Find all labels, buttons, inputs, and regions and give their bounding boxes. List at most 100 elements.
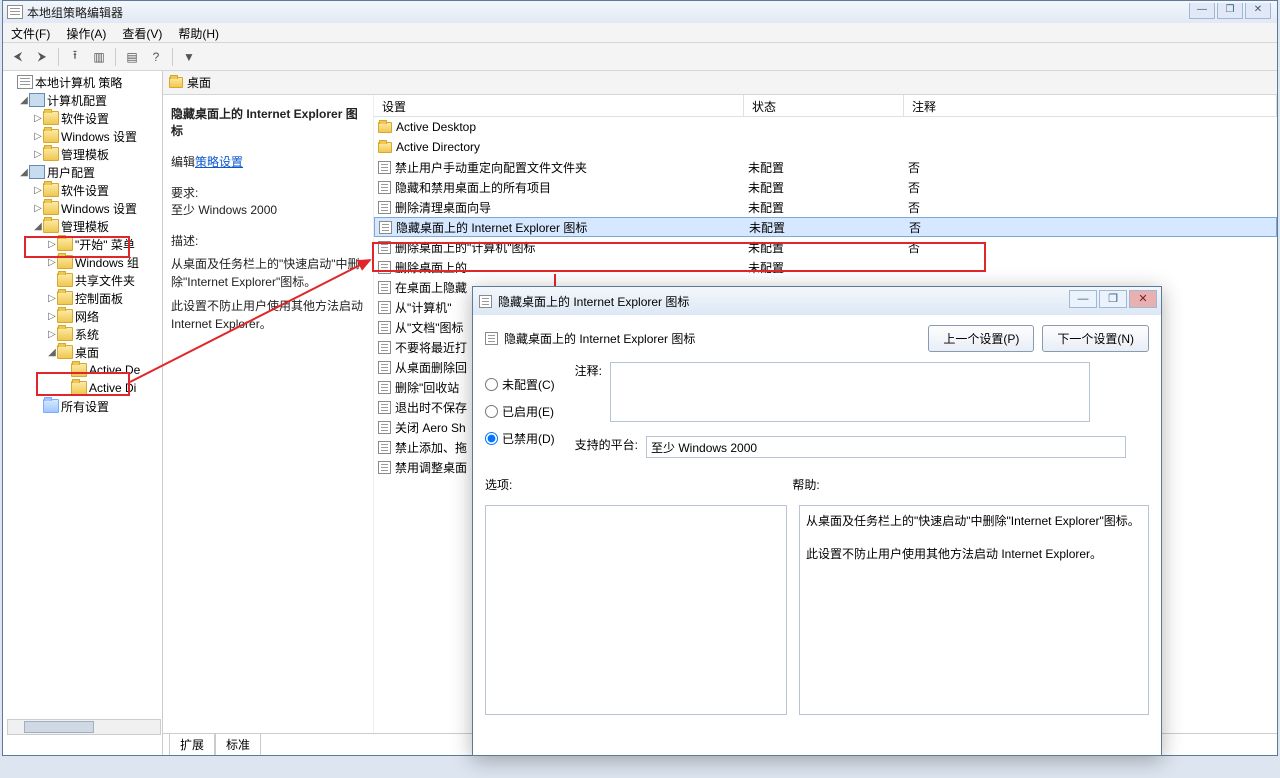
list-row[interactable]: 删除桌面上的未配置 <box>374 257 1277 277</box>
col-note[interactable]: 注释 <box>904 95 1277 116</box>
menu-action[interactable]: 操作(A) <box>58 23 114 42</box>
row-name: 隐藏桌面上的 Internet Explorer 图标 <box>396 219 587 236</box>
row-name: 删除桌面上的 <box>395 259 467 276</box>
desc-p2: 此设置不防止用户使用其他方法启动 Internet Explorer。 <box>171 297 365 333</box>
tree-item[interactable]: ▷管理模板 <box>3 145 162 163</box>
notes-textarea[interactable] <box>610 362 1090 422</box>
tree-item[interactable]: ▷软件设置 <box>3 109 162 127</box>
menu-help[interactable]: 帮助(H) <box>170 23 227 42</box>
app-icon <box>7 5 23 19</box>
tree-item[interactable]: Active De <box>3 361 162 379</box>
support-text: 至少 Windows 2000 <box>646 436 1126 458</box>
tree-admin-templates[interactable]: ◢管理模板 <box>3 217 162 235</box>
separator <box>58 48 59 66</box>
edit-policy-link[interactable]: 策略设置 <box>195 155 243 169</box>
tree-item[interactable]: ▷软件设置 <box>3 181 162 199</box>
row-name: 从桌面删除回 <box>395 359 467 376</box>
col-state[interactable]: 状态 <box>744 95 904 116</box>
dialog-minimize-button[interactable]: — <box>1069 290 1097 308</box>
policy-item-icon <box>378 381 391 394</box>
row-name: 禁用调整桌面 <box>395 459 467 476</box>
dialog-maximize-button[interactable]: ❐ <box>1099 290 1127 308</box>
radio-enabled[interactable]: 已启用(E) <box>485 403 555 420</box>
tree-item[interactable]: 共享文件夹 <box>3 271 162 289</box>
row-name: 退出时不保存 <box>395 399 467 416</box>
tree-user-config[interactable]: ◢用户配置 <box>3 163 162 181</box>
req-label: 要求: <box>171 184 365 201</box>
close-button[interactable]: ✕ <box>1245 3 1271 19</box>
tab-standard[interactable]: 标准 <box>215 734 261 755</box>
forward-button[interactable]: ⮞ <box>31 46 53 68</box>
current-path: 桌面 <box>187 74 211 91</box>
help-box: 从桌面及任务栏上的"快速启动"中删除"Internet Explorer"图标。… <box>799 505 1149 715</box>
options-label: 选项: <box>485 476 512 493</box>
up-button[interactable]: ⭱ <box>64 46 86 68</box>
policy-item-icon <box>378 321 391 334</box>
menu-view[interactable]: 查看(V) <box>114 23 170 42</box>
tree-all-settings[interactable]: 所有设置 <box>3 397 162 415</box>
list-row[interactable]: 隐藏和禁用桌面上的所有项目未配置否 <box>374 177 1277 197</box>
list-row[interactable]: 禁止用户手动重定向配置文件文件夹未配置否 <box>374 157 1277 177</box>
properties-button[interactable]: ▤ <box>121 46 143 68</box>
tree-item[interactable]: ▷Windows 设置 <box>3 127 162 145</box>
folder-icon <box>169 77 183 88</box>
menubar: 文件(F) 操作(A) 查看(V) 帮助(H) <box>3 23 1277 43</box>
row-name: 在桌面上隐藏 <box>395 279 467 296</box>
col-setting[interactable]: 设置 <box>374 95 744 116</box>
row-name: 从"计算机" <box>395 299 452 316</box>
help-button[interactable]: ? <box>145 46 167 68</box>
policy-item-icon <box>378 401 391 414</box>
maximize-button[interactable]: ❐ <box>1217 3 1243 19</box>
radio-disabled[interactable]: 已禁用(D) <box>485 430 555 447</box>
row-note: 否 <box>904 199 1277 216</box>
tree-item[interactable]: ▷控制面板 <box>3 289 162 307</box>
back-button[interactable]: ⮜ <box>7 46 29 68</box>
radio-not-configured[interactable]: 未配置(C) <box>485 376 555 393</box>
policy-dialog: 隐藏桌面上的 Internet Explorer 图标 — ❐ ✕ 隐藏桌面上的… <box>472 286 1162 756</box>
tree-item[interactable]: ▷Windows 设置 <box>3 199 162 217</box>
tree-computer-config[interactable]: ◢计算机配置 <box>3 91 162 109</box>
tree-item[interactable]: ▷"开始" 菜单 <box>3 235 162 253</box>
show-hide-button[interactable]: ▥ <box>88 46 110 68</box>
policy-item-icon <box>378 261 391 274</box>
window-title: 本地组策略编辑器 <box>27 4 123 21</box>
policy-item-icon <box>378 281 391 294</box>
list-row[interactable]: 隐藏桌面上的 Internet Explorer 图标未配置否 <box>374 217 1277 237</box>
help-p1: 从桌面及任务栏上的"快速启动"中删除"Internet Explorer"图标。 <box>806 512 1142 531</box>
menu-file[interactable]: 文件(F) <box>3 23 58 42</box>
minimize-button[interactable]: — <box>1189 3 1215 19</box>
prev-setting-button[interactable]: 上一个设置(P) <box>928 325 1034 352</box>
list-row[interactable]: Active Directory <box>374 137 1277 157</box>
list-row[interactable]: Active Desktop <box>374 117 1277 137</box>
separator <box>172 48 173 66</box>
dialog-titlebar[interactable]: 隐藏桌面上的 Internet Explorer 图标 — ❐ ✕ <box>473 287 1161 315</box>
tree-item[interactable]: ▷Windows 组 <box>3 253 162 271</box>
list-row[interactable]: 删除清理桌面向导未配置否 <box>374 197 1277 217</box>
row-name: 删除桌面上的"计算机"图标 <box>395 239 536 256</box>
desc-p1: 从桌面及任务栏上的"快速启动"中删除"Internet Explorer"图标。 <box>171 255 365 291</box>
filter-button[interactable]: ▼ <box>178 46 200 68</box>
policy-item-icon <box>378 181 391 194</box>
next-setting-button[interactable]: 下一个设置(N) <box>1042 325 1149 352</box>
tree-pane[interactable]: 本地计算机 策略 ◢计算机配置 ▷软件设置 ▷Windows 设置 ▷管理模板 … <box>3 71 163 755</box>
tree-root[interactable]: 本地计算机 策略 <box>3 73 162 91</box>
req-text: 至少 Windows 2000 <box>171 201 365 218</box>
tree-item[interactable]: ▷网络 <box>3 307 162 325</box>
options-box <box>485 505 787 715</box>
folder-icon <box>378 122 392 133</box>
scrollbar-thumb[interactable] <box>24 721 94 733</box>
tab-extended[interactable]: 扩展 <box>169 734 215 755</box>
dialog-close-button[interactable]: ✕ <box>1129 290 1157 308</box>
tree-item[interactable]: Active Di <box>3 379 162 397</box>
policy-item-icon <box>378 441 391 454</box>
policy-item-icon <box>378 361 391 374</box>
tree-item[interactable]: ▷系统 <box>3 325 162 343</box>
list-row[interactable]: 删除桌面上的"计算机"图标未配置否 <box>374 237 1277 257</box>
config-radio-group: 未配置(C) 已启用(E) 已禁用(D) <box>485 376 555 458</box>
tree-scrollbar-h[interactable] <box>7 719 161 735</box>
dialog-icon <box>479 295 492 308</box>
tree-desktop[interactable]: ◢桌面 <box>3 343 162 361</box>
row-note: 否 <box>905 219 1276 236</box>
policy-icon <box>485 332 498 345</box>
row-note: 否 <box>904 239 1277 256</box>
